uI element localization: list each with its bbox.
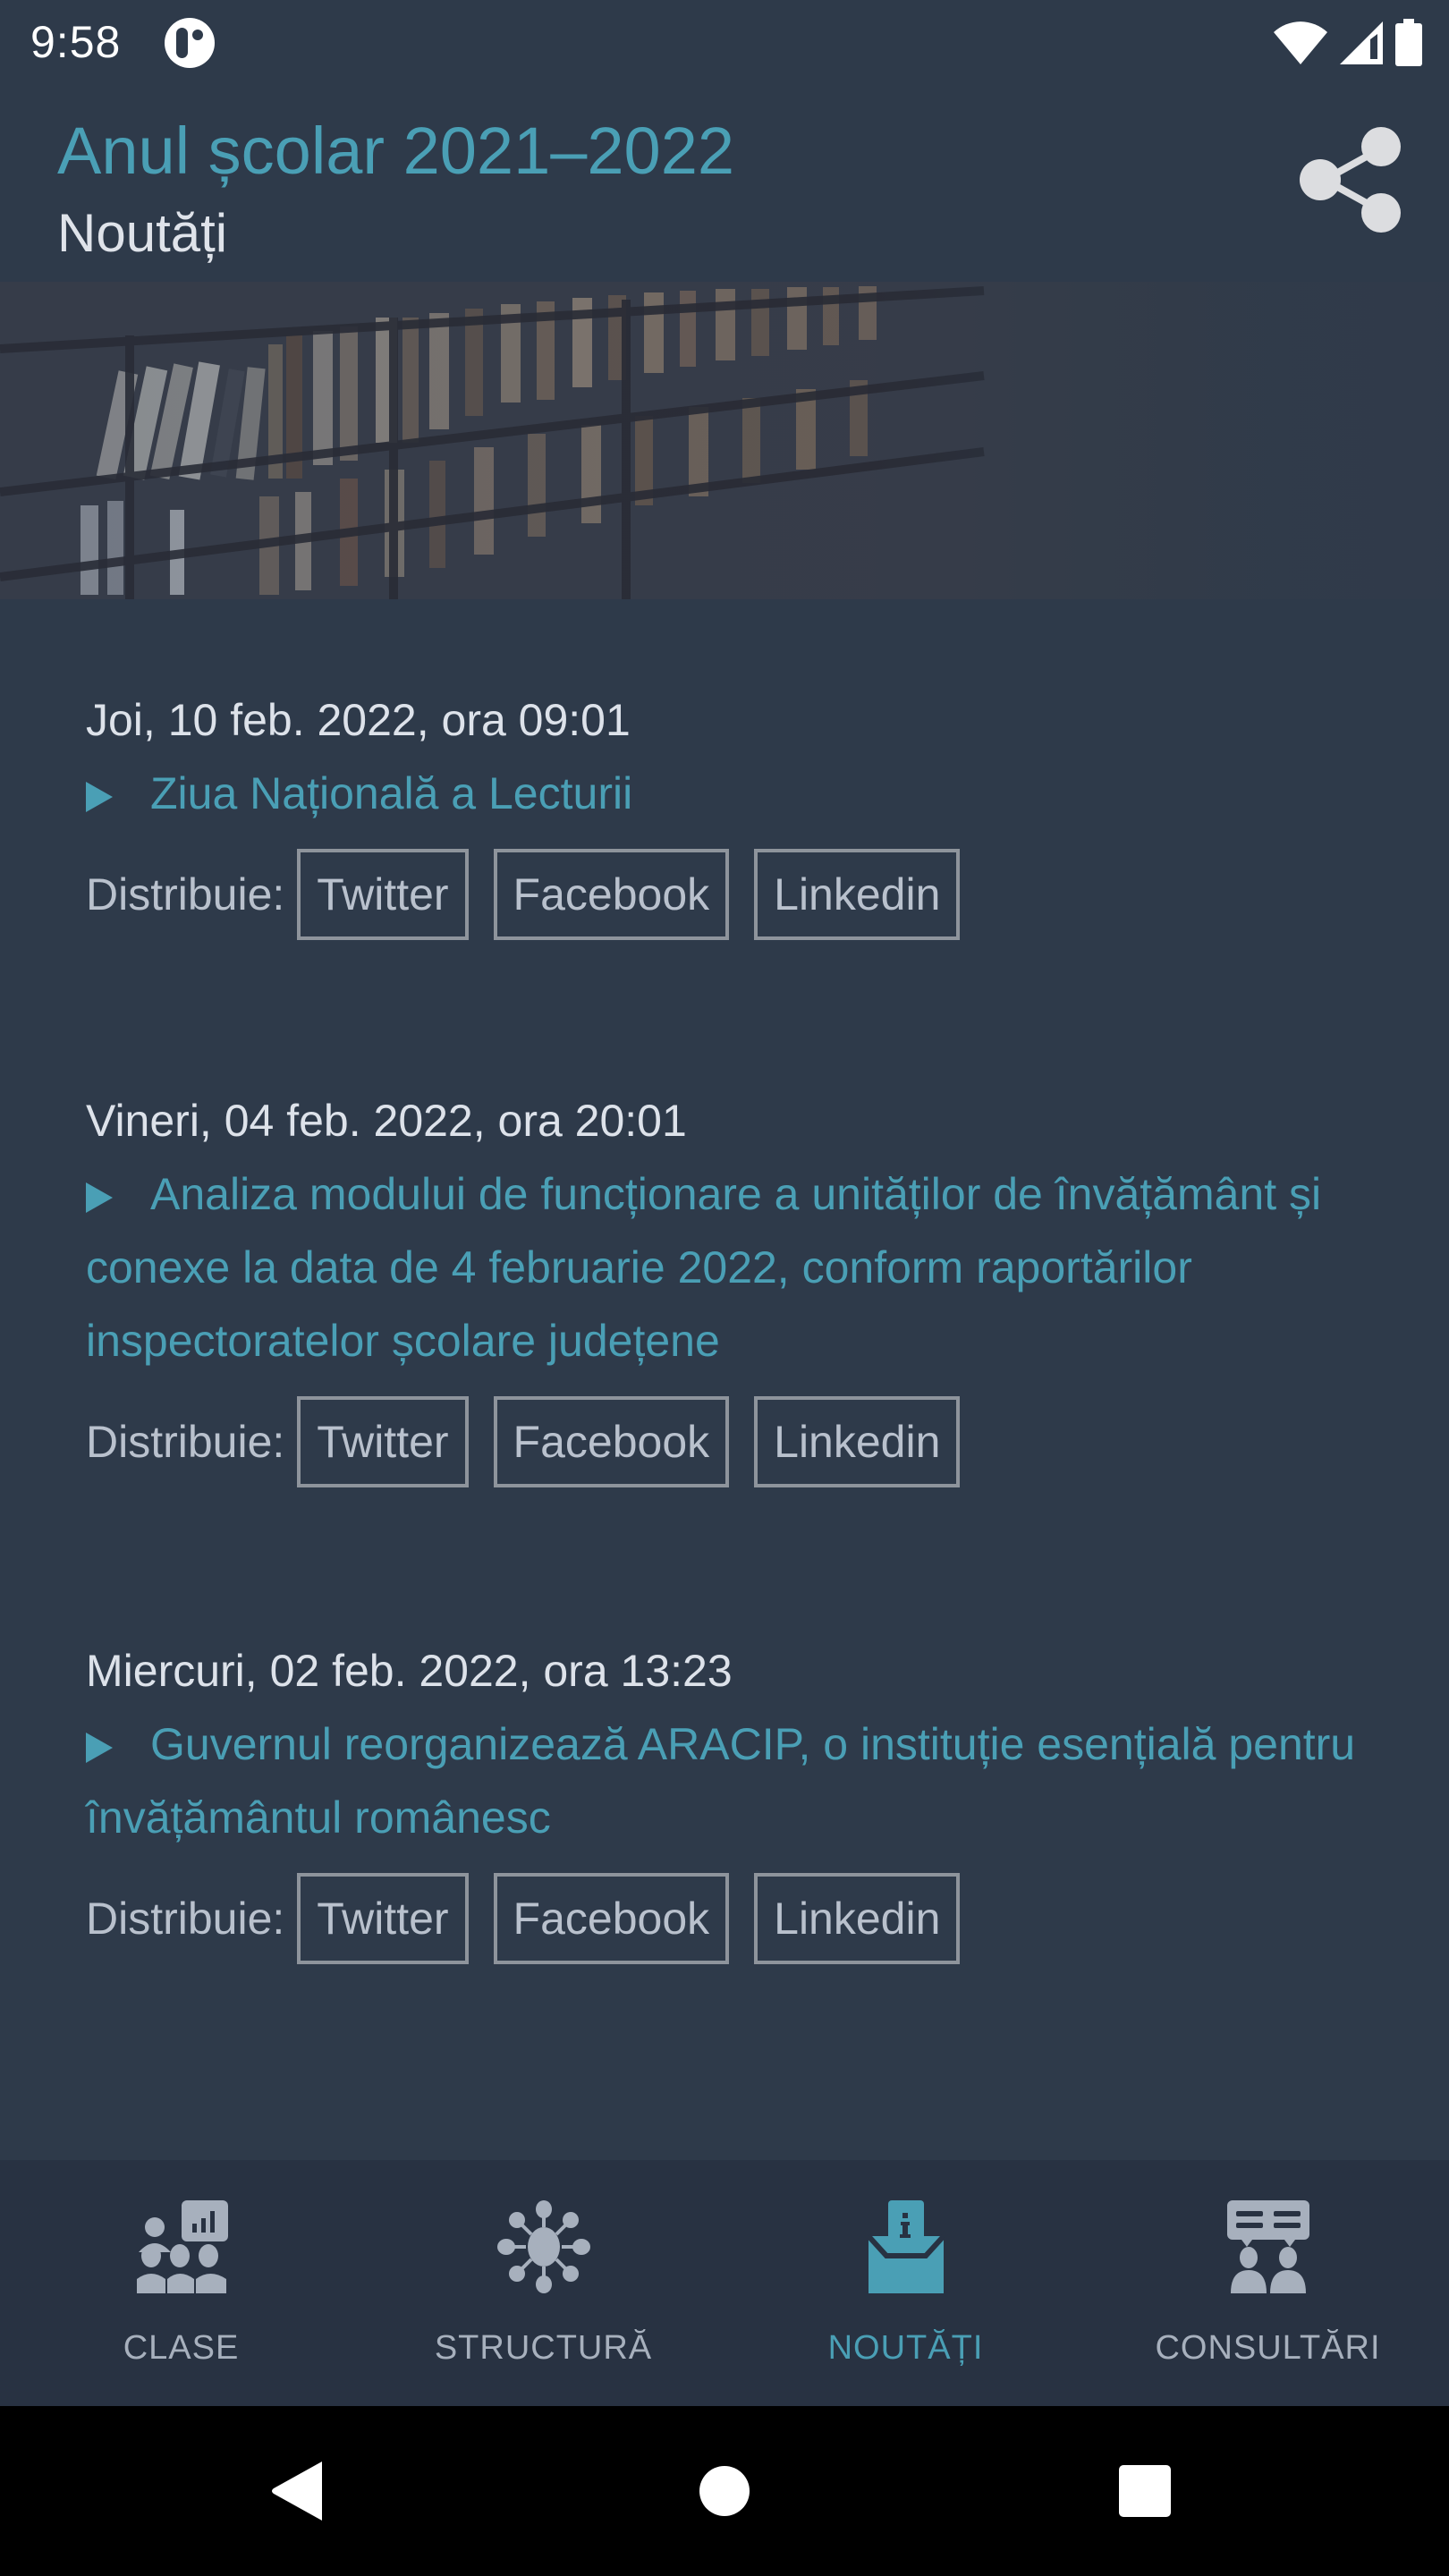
network-structure-icon <box>496 2200 590 2293</box>
twitter-share-button[interactable]: Twitter <box>297 849 469 940</box>
share-label: Distribuie: <box>86 869 285 919</box>
news-title-link[interactable]: Ziua Națională a Lecturii <box>86 757 1392 830</box>
news-item: Vineri, 04 feb. 2022, ora 20:01 Analiza … <box>86 1084 1392 1488</box>
news-title: Ziua Națională a Lecturii <box>150 768 633 818</box>
linkedin-share-button[interactable]: Linkedin <box>754 849 961 940</box>
recents-icon[interactable] <box>1114 2460 1176 2522</box>
nav-item-consultari[interactable]: CONSULTĂRI <box>1087 2160 1449 2406</box>
play-arrow-icon <box>86 1733 113 1763</box>
play-arrow-icon <box>86 1182 113 1213</box>
share-label: Distribuie: <box>86 1417 285 1467</box>
share-row: Distribuie: Twitter Facebook Linkedin <box>86 848 1392 941</box>
page-title: Anul școlar 2021–2022 <box>57 114 735 188</box>
status-bar: 9:58 <box>0 0 1449 86</box>
facebook-share-button[interactable]: Facebook <box>493 1396 730 1487</box>
share-button[interactable] <box>1293 122 1410 238</box>
twitter-share-button[interactable]: Twitter <box>297 1873 469 1964</box>
back-icon[interactable] <box>268 2460 331 2522</box>
bookshelves-illustration <box>0 282 1449 599</box>
wifi-icon <box>1274 21 1327 64</box>
nav-item-clase[interactable]: CLASE <box>0 2160 362 2406</box>
home-icon[interactable] <box>693 2460 756 2522</box>
page-subtitle: Noutăți <box>57 203 228 263</box>
news-date: Joi, 10 feb. 2022, ora 09:01 <box>86 695 631 745</box>
news-envelope-icon <box>866 2200 945 2293</box>
nav-item-noutati[interactable]: NOUTĂȚI <box>724 2160 1087 2406</box>
system-navigation-bar <box>0 2406 1449 2576</box>
news-title: Analiza modului de funcționare a unități… <box>86 1169 1322 1366</box>
facebook-share-button[interactable]: Facebook <box>493 849 730 940</box>
news-date: Vineri, 04 feb. 2022, ora 20:01 <box>86 1096 687 1146</box>
nav-label: NOUTĂȚI <box>827 2329 984 2367</box>
nav-label: CONSULTĂRI <box>1155 2329 1381 2367</box>
news-date: Miercuri, 02 feb. 2022, ora 13:23 <box>86 1646 733 1696</box>
news-list: Joi, 10 feb. 2022, ora 09:01 Ziua Națion… <box>0 599 1449 2160</box>
cellular-signal-icon <box>1340 21 1383 64</box>
nav-label: STRUCTURĂ <box>434 2329 653 2367</box>
consultation-icon <box>1226 2200 1309 2293</box>
status-icons <box>1272 18 1424 68</box>
battery-icon <box>1395 19 1422 66</box>
app-logo-icon <box>165 18 215 68</box>
nav-label: CLASE <box>123 2329 240 2367</box>
news-title-link[interactable]: Analiza modului de funcționare a unități… <box>86 1157 1392 1377</box>
news-title: Guvernul reorganizează ARACIP, o institu… <box>86 1719 1356 1843</box>
share-row: Distribuie: Twitter Facebook Linkedin <box>86 1395 1392 1488</box>
nav-item-structura[interactable]: STRUCTURĂ <box>362 2160 724 2406</box>
share-label: Distribuie: <box>86 1894 285 1944</box>
play-arrow-icon <box>86 782 113 812</box>
news-title-link[interactable]: Guvernul reorganizează ARACIP, o institu… <box>86 1707 1392 1854</box>
share-row: Distribuie: Twitter Facebook Linkedin <box>86 1872 1392 1965</box>
status-time: 9:58 <box>30 17 122 67</box>
linkedin-share-button[interactable]: Linkedin <box>754 1396 961 1487</box>
classroom-icon <box>136 2200 228 2293</box>
news-item: Joi, 10 feb. 2022, ora 09:01 Ziua Națion… <box>86 683 1392 941</box>
facebook-share-button[interactable]: Facebook <box>493 1873 730 1964</box>
news-item: Miercuri, 02 feb. 2022, ora 13:23 Guvern… <box>86 1634 1392 1965</box>
app-bar: Anul școlar 2021–2022 Noutăți <box>0 86 1449 282</box>
twitter-share-button[interactable]: Twitter <box>297 1396 469 1487</box>
share-icon <box>1300 127 1401 233</box>
bottom-navigation: CLASE STRUCTURĂ NOUTĂȚI CONSULTĂRI <box>0 2160 1449 2406</box>
linkedin-share-button[interactable]: Linkedin <box>754 1873 961 1964</box>
library-banner-image <box>0 282 1449 599</box>
